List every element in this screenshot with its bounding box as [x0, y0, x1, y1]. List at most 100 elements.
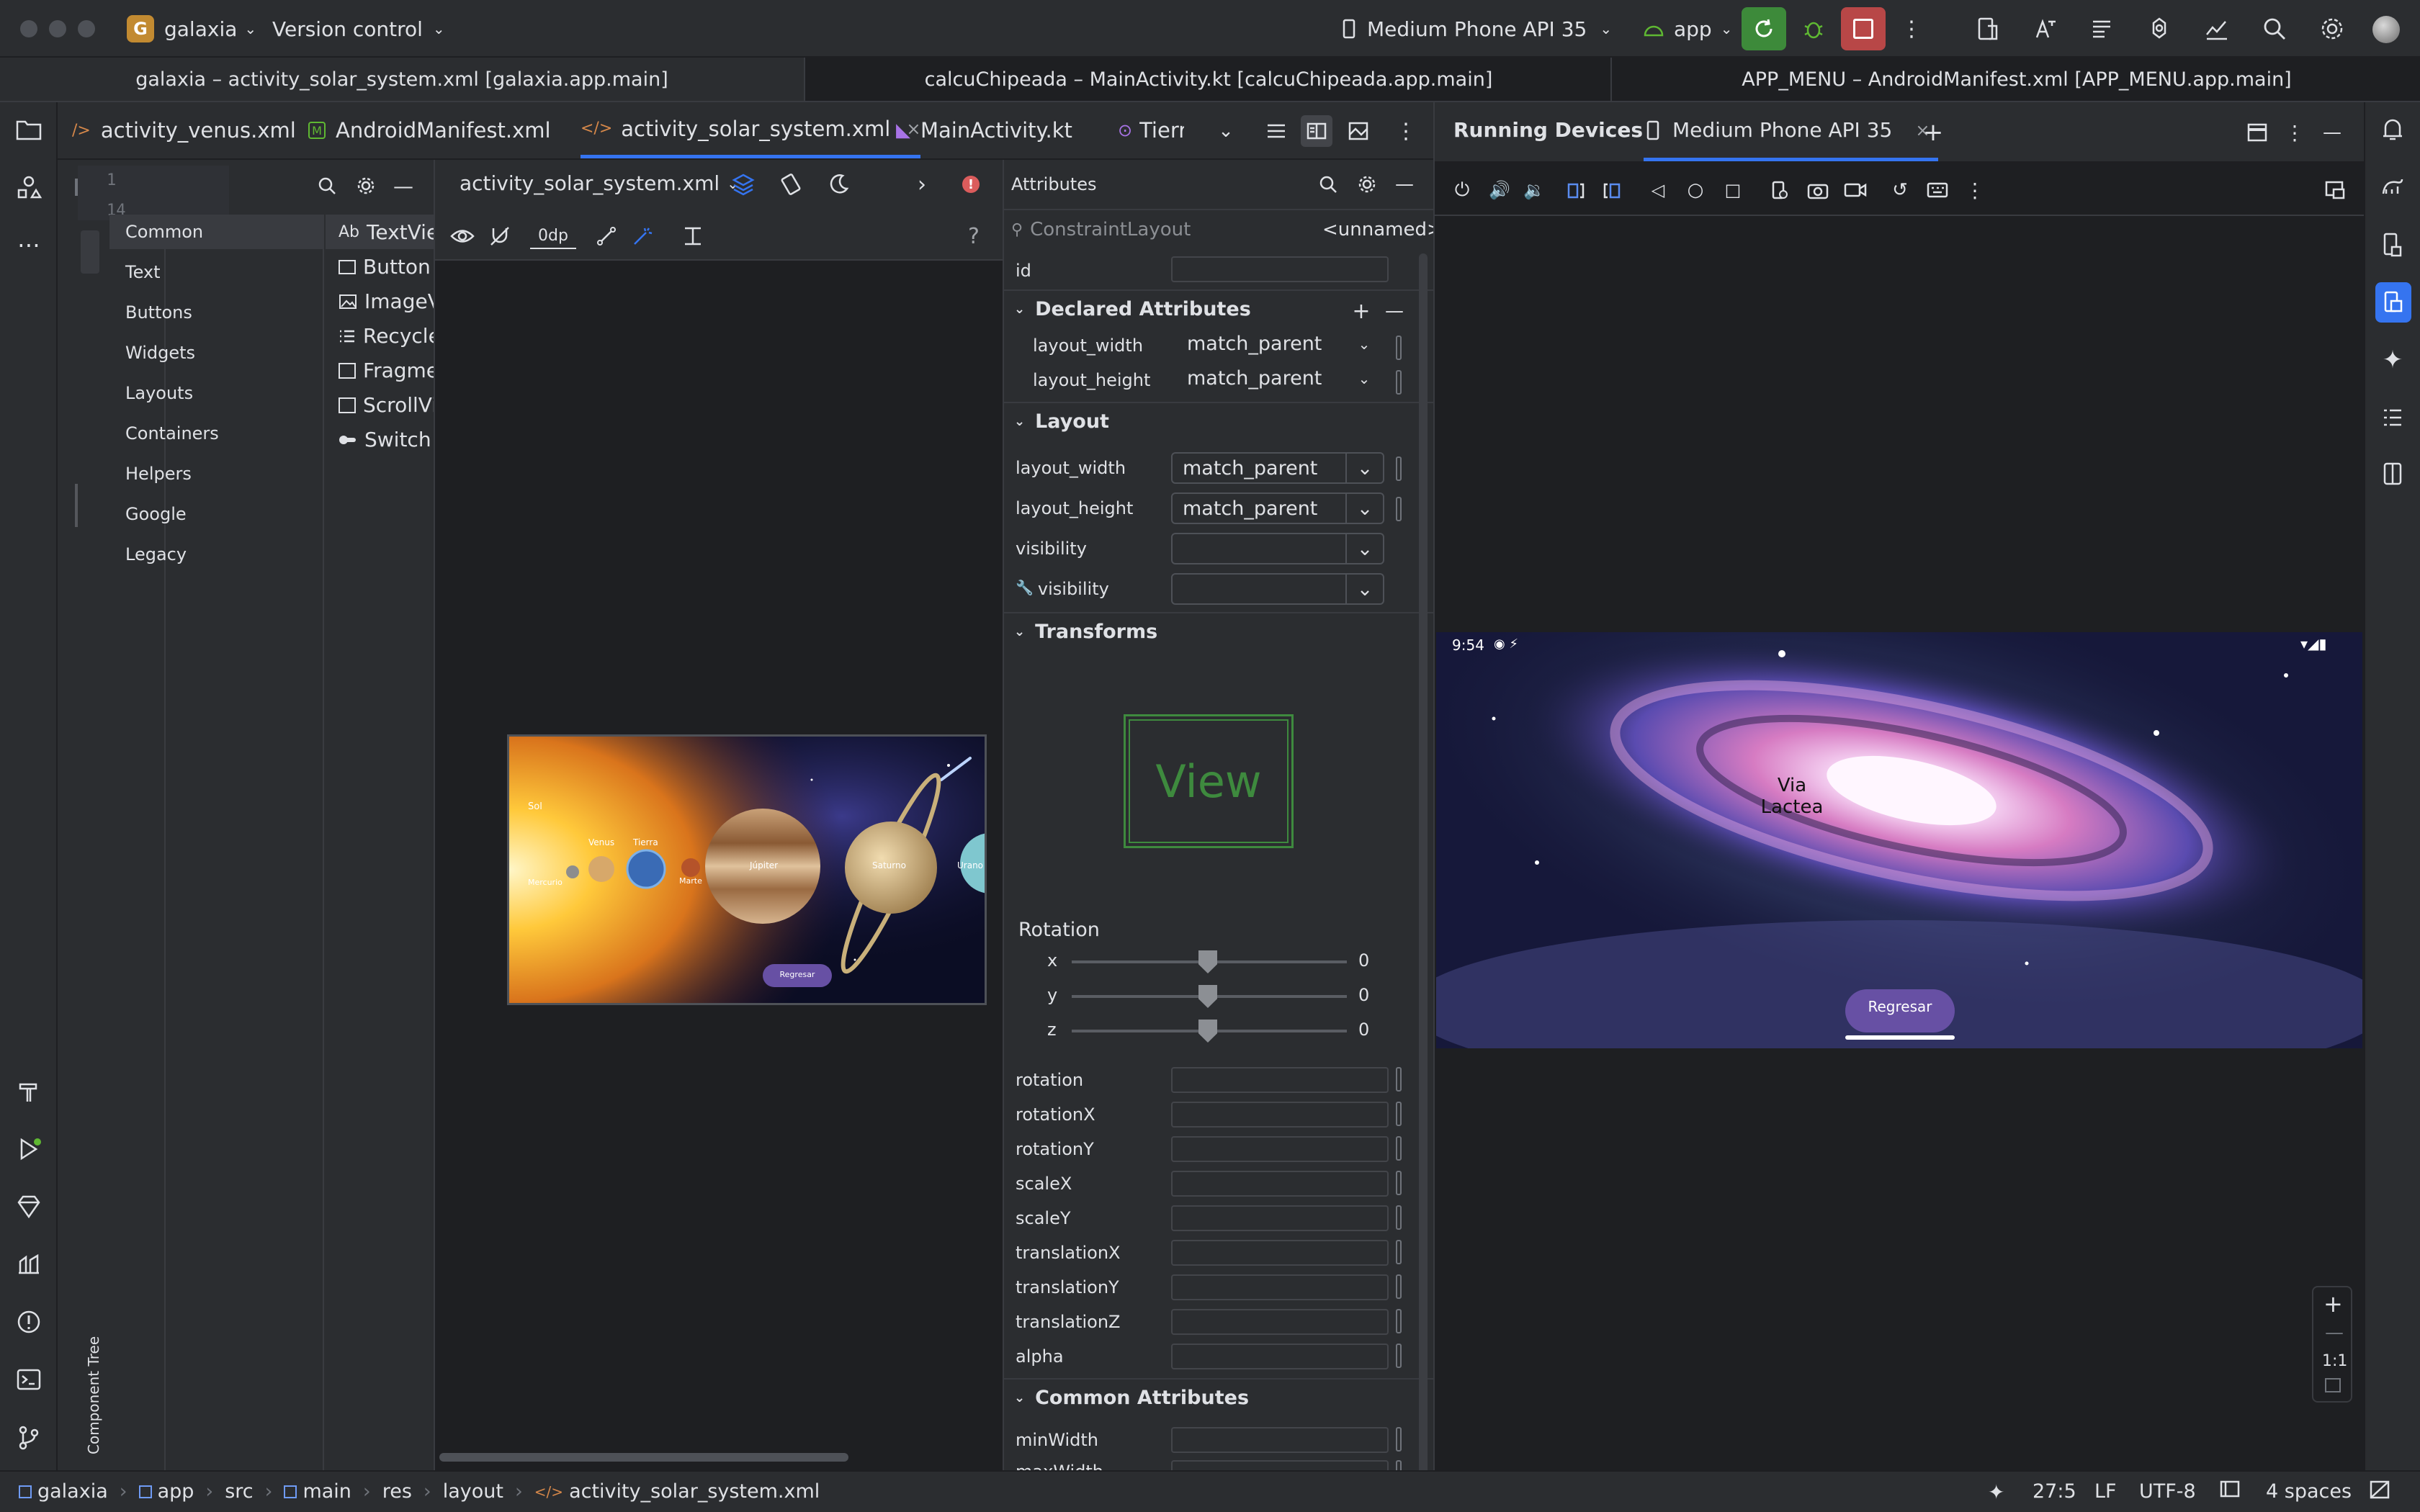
zoom-in-icon[interactable]: + — [2323, 1290, 2343, 1318]
version-control-menu[interactable]: Version control ⌄ — [264, 10, 454, 48]
default-margin-selector[interactable]: 0dp — [530, 223, 576, 249]
file-encoding[interactable]: UTF-8 — [2139, 1480, 2196, 1503]
settings-gear-icon[interactable] — [1353, 170, 1381, 199]
project-folder-icon[interactable] — [14, 115, 43, 144]
design-blueprint-icon[interactable] — [729, 170, 758, 199]
apply-changes-button[interactable] — [1742, 7, 1786, 50]
zoom-fit-icon[interactable] — [2325, 1378, 2341, 1392]
night-mode-icon[interactable] — [824, 170, 853, 199]
rotation-z-thumb[interactable] — [1198, 1020, 1217, 1043]
breadcrumb-item[interactable]: galaxia — [19, 1480, 108, 1503]
readonly-toggle-icon[interactable] — [2220, 1480, 2240, 1499]
power-icon[interactable]: ⏻ — [1448, 176, 1476, 204]
resource-picker[interactable] — [1396, 370, 1402, 395]
settings-gear-icon[interactable] — [351, 171, 380, 200]
window-tab-galaxia[interactable]: galaxia – activity_solar_system.xml [gal… — [0, 58, 805, 101]
home-circle-icon[interactable]: ○ — [1681, 176, 1710, 204]
resource-picker[interactable] — [1396, 1427, 1402, 1452]
structure-list-icon[interactable] — [2378, 403, 2407, 432]
run-icon[interactable] — [14, 1135, 43, 1164]
logcat-icon[interactable] — [2087, 14, 2116, 43]
widget-button[interactable]: Button — [339, 255, 431, 279]
tab-activity-solar-system[interactable]: </> activity_solar_system.xml × — [581, 102, 921, 158]
terminal-icon[interactable] — [14, 1365, 43, 1394]
tab-activity-venus[interactable]: /> activity_venus.xml — [72, 102, 296, 158]
category-containers[interactable]: Containers — [125, 423, 219, 444]
window-zoom-button[interactable] — [78, 20, 95, 37]
search-icon[interactable] — [1314, 170, 1343, 199]
notifications-bell-icon[interactable] — [2378, 115, 2407, 144]
stop-button[interactable] — [1841, 7, 1886, 50]
zoom-out-icon[interactable]: — — [2325, 1322, 2344, 1344]
breadcrumb-item[interactable]: main — [284, 1480, 351, 1503]
vertical-scrollbar[interactable] — [1419, 253, 1428, 1470]
expand-chevron-right-icon[interactable]: › — [908, 170, 936, 199]
overview-square-icon[interactable]: □ — [1718, 176, 1747, 204]
breadcrumb-item[interactable]: src — [225, 1480, 253, 1503]
remove-attribute-icon[interactable]: — — [1380, 297, 1409, 325]
more-horizontal-icon[interactable]: ⋯ — [14, 230, 43, 259]
project-selector[interactable]: G galaxia ⌄ — [118, 10, 265, 48]
horizontal-scrollbar[interactable] — [439, 1453, 848, 1462]
minwidth-input[interactable] — [1171, 1427, 1389, 1453]
tab-main-activity[interactable]: ◣ MainActivity.kt — [896, 102, 1072, 158]
resource-manager-icon[interactable] — [14, 173, 43, 202]
resource-picker[interactable] — [1396, 1171, 1402, 1195]
zoom-actual-size[interactable]: 1:1 — [2322, 1352, 2347, 1370]
build-hammer-icon[interactable] — [14, 1077, 43, 1106]
ai-sparkle-icon[interactable]: ✦ — [1988, 1480, 2004, 1504]
split-view-button[interactable] — [1301, 115, 1332, 147]
resource-picker[interactable] — [1396, 1067, 1402, 1092]
category-common[interactable]: Common — [125, 222, 203, 242]
add-attribute-icon[interactable]: + — [1347, 297, 1376, 325]
window-tab-app-menu[interactable]: APP_MENU – AndroidManifest.xml [APP_MENU… — [1613, 58, 2420, 101]
rotation-y-thumb[interactable] — [1198, 985, 1217, 1008]
rotationx-input[interactable] — [1171, 1102, 1389, 1128]
resource-picker[interactable] — [1396, 497, 1402, 521]
indent-setting[interactable]: 4 spaces — [2266, 1480, 2352, 1503]
device-manager-icon[interactable] — [1973, 14, 2002, 43]
transforms-section-header[interactable]: ⌄ Transforms — [1014, 621, 1157, 643]
view-options-eye-icon[interactable] — [448, 222, 477, 251]
resource-picker[interactable] — [1396, 336, 1402, 360]
infer-constraints-icon[interactable] — [628, 222, 657, 251]
tabs-overflow-chevron-icon[interactable]: ⌄ — [1211, 117, 1240, 145]
design-view-icon[interactable] — [1344, 117, 1373, 145]
device-screen[interactable]: 9:54 ◉ ⚡ ▾◢▮ Via Lactea Regresar — [1436, 632, 2362, 1048]
rotate-right-icon[interactable] — [1597, 176, 1626, 204]
window-layout-icon[interactable] — [2243, 118, 2272, 147]
emulator-icon[interactable] — [2378, 459, 2407, 488]
add-device-icon[interactable]: + — [1919, 118, 1948, 147]
category-text[interactable]: Text — [125, 262, 161, 282]
minimize-icon[interactable]: — — [389, 171, 418, 200]
component-tree-tab[interactable]: Component Tree — [81, 1336, 102, 1467]
category-google[interactable]: Google — [125, 504, 187, 524]
device-frame-icon[interactable] — [2321, 176, 2349, 204]
visibility-dropdown[interactable]: ⌄ — [1171, 533, 1384, 564]
layout-height-dropdown[interactable]: match_parent ⌄ — [1171, 492, 1384, 524]
code-view-icon[interactable] — [1262, 117, 1291, 145]
translationx-input[interactable] — [1171, 1240, 1389, 1266]
problems-icon[interactable] — [14, 1308, 43, 1336]
autoconnect-magnet-icon[interactable] — [485, 222, 514, 251]
breadcrumb-item[interactable]: res — [382, 1480, 412, 1503]
help-icon[interactable]: ? — [959, 222, 988, 251]
settings-gear-icon[interactable] — [2318, 14, 2347, 43]
tab-android-manifest[interactable]: M AndroidManifest.xml — [308, 102, 551, 158]
window-close-button[interactable] — [20, 20, 37, 37]
screen-record-icon[interactable] — [1841, 176, 1870, 204]
resource-picker[interactable] — [1396, 1205, 1402, 1230]
profiler-icon[interactable] — [2202, 14, 2231, 43]
caret-position[interactable]: 27:5 — [2033, 1480, 2076, 1503]
chevron-down-icon[interactable]: ⌄ — [1350, 330, 1379, 359]
debug-button[interactable] — [1799, 14, 1828, 43]
category-buttons[interactable]: Buttons — [125, 302, 192, 323]
resource-picker[interactable] — [1396, 1274, 1402, 1299]
common-attributes-header[interactable]: ⌄ Common Attributes — [1014, 1387, 1249, 1409]
gemini-sparkle-icon[interactable]: ✦ — [2378, 346, 2407, 374]
breadcrumb-item[interactable]: </> activity_solar_system.xml — [534, 1480, 820, 1503]
category-legacy[interactable]: Legacy — [125, 544, 187, 564]
screenshot-camera-icon[interactable] — [1803, 176, 1832, 204]
declared-attr-value[interactable]: match_parent — [1187, 333, 1322, 355]
app-inspection-icon[interactable] — [14, 1250, 43, 1279]
